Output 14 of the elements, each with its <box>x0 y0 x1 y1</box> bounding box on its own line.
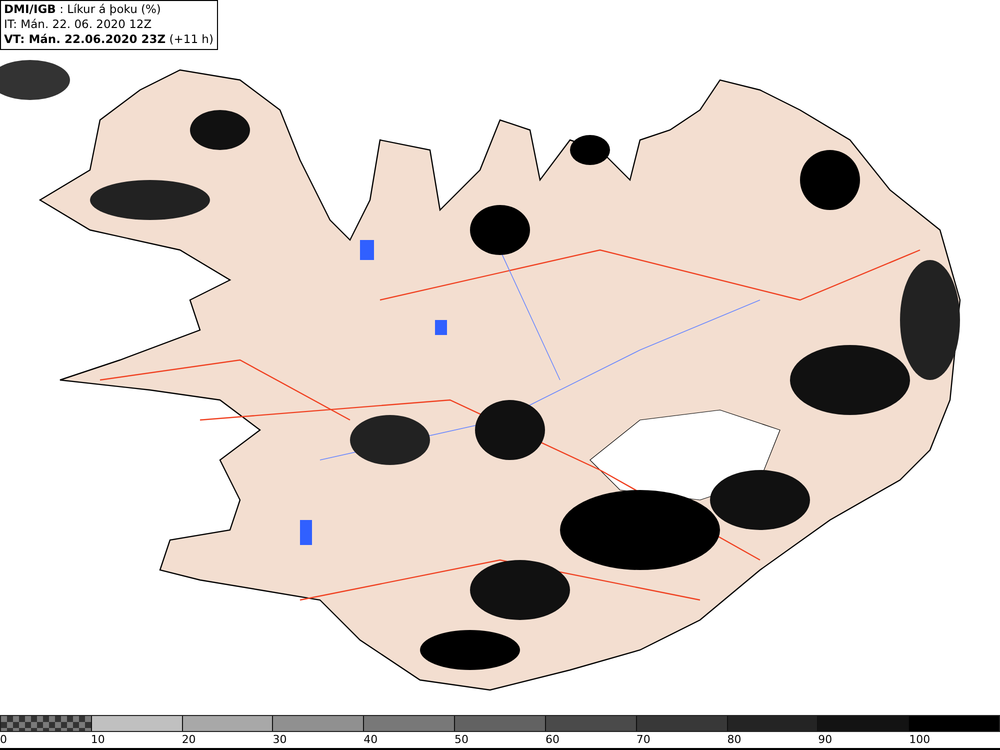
scale-label: 100 <box>909 733 930 746</box>
scale-label: 10 <box>90 733 105 746</box>
info-text: DMI/IGB : Líkur á þoku (%) <box>4 2 162 17</box>
scale-label: 0 <box>0 733 7 746</box>
scale-label: 20 <box>182 733 196 746</box>
scale-label: 70 <box>636 733 650 746</box>
scale-label: 30 <box>272 733 287 746</box>
scale-label: 60 <box>545 733 560 746</box>
scale-label: 40 <box>364 733 378 746</box>
scale-label: 50 <box>454 733 469 746</box>
scale-label: 80 <box>727 733 742 746</box>
info-text: IT: Mán. 22. 06. 2020 12Z <box>4 17 153 32</box>
info-text: VT: Mán. 22.06.2020 23Z (+11 h) <box>4 32 214 47</box>
scale-label: 90 <box>818 733 832 746</box>
